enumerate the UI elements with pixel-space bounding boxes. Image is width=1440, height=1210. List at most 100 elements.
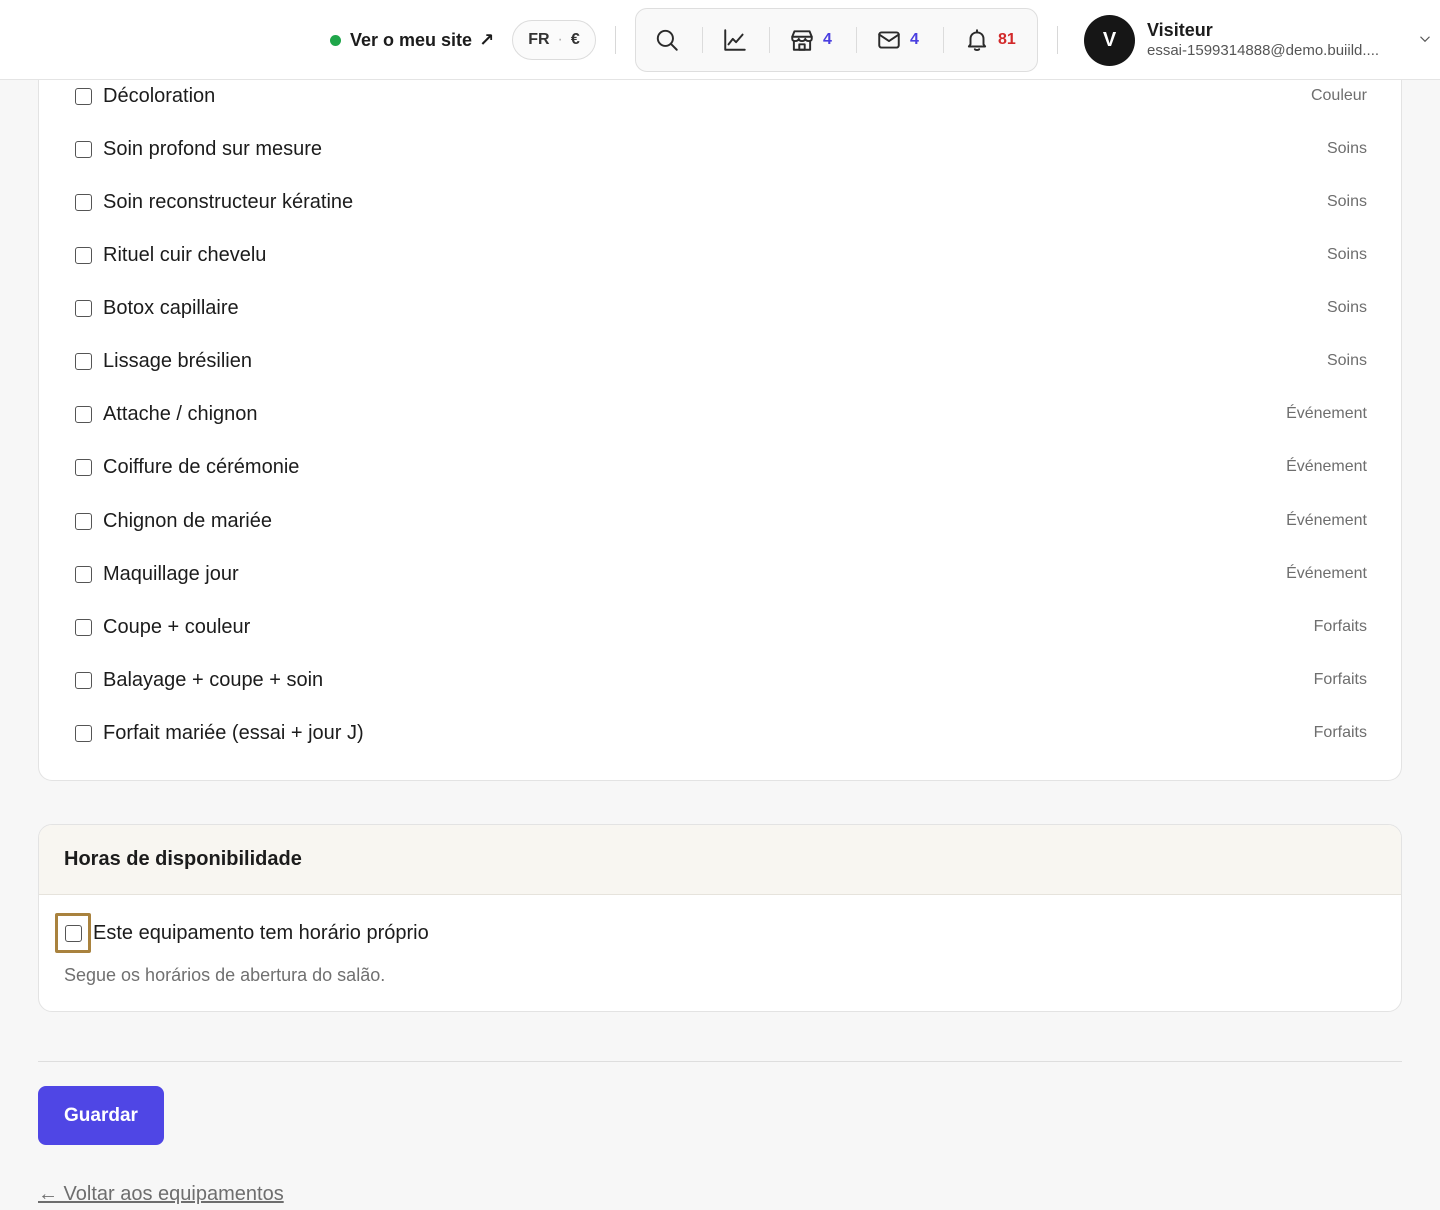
service-category: Événement	[1286, 512, 1367, 529]
external-link-icon: ↗	[479, 29, 495, 50]
service-checkbox-item[interactable]: Forfait mariée (essai + jour J)	[75, 722, 364, 745]
service-name: Balayage + coupe + soin	[103, 668, 324, 691]
language-code: FR	[528, 31, 550, 48]
availability-card: Horas de disponibilidade Este equipament…	[38, 824, 1402, 1012]
own-schedule-checkbox[interactable]	[64, 924, 82, 942]
toolbar: 4 4 81	[635, 8, 1038, 72]
currency-symbol: €	[570, 31, 580, 48]
mail-icon	[878, 31, 900, 49]
service-name: Coupe + couleur	[103, 615, 251, 638]
store-icon	[791, 30, 813, 51]
focus-ring	[55, 913, 91, 953]
checkbox[interactable]	[75, 405, 92, 423]
own-schedule-checkbox-item[interactable]: Este equipamento tem horário próprio	[55, 913, 429, 953]
top-bar: Ver o meu site ↗ FR · € 4 4 81 V Visiteu…	[0, 0, 1440, 80]
service-checkbox-item[interactable]: Décoloration	[75, 85, 215, 108]
divider	[1057, 26, 1058, 54]
service-category: Événement	[1286, 458, 1367, 475]
service-category: Forfaits	[1313, 724, 1367, 741]
service-checkbox-item[interactable]: Soin profond sur mesure	[75, 138, 322, 161]
search-icon	[656, 29, 678, 51]
toolbar-divider	[702, 27, 703, 53]
service-checkbox-item[interactable]: Attache / chignon	[75, 403, 258, 426]
service-name: Attache / chignon	[103, 402, 258, 425]
availability-help-text: Segue os horários de abertura do salão.	[64, 965, 386, 985]
checkbox[interactable]	[75, 618, 92, 636]
service-category: Événement	[1286, 405, 1367, 422]
service-row: Soin profond sur mesure Soins	[75, 134, 1367, 164]
service-checkbox-item[interactable]: Coupe + couleur	[75, 616, 250, 639]
divider	[38, 1061, 1402, 1062]
service-checkbox-item[interactable]: Chignon de mariée	[75, 510, 272, 533]
service-name: Rituel cuir chevelu	[103, 243, 267, 266]
back-to-equipment-link[interactable]: ← Voltar aos equipamentos	[38, 1183, 284, 1206]
store-button[interactable]: 4	[789, 9, 832, 71]
availability-header: Horas de disponibilidade	[39, 825, 1401, 895]
notifications-count-badge: 81	[998, 31, 1016, 48]
service-checkbox-item[interactable]: Maquillage jour	[75, 563, 239, 586]
service-checkbox-item[interactable]: Soin reconstructeur kératine	[75, 191, 353, 214]
service-name: Botox capillaire	[103, 296, 239, 319]
bell-icon	[967, 29, 987, 51]
notifications-button[interactable]: 81	[964, 9, 1016, 71]
live-status-dot	[330, 34, 341, 46]
analytics-button[interactable]	[722, 9, 748, 71]
checkbox[interactable]	[75, 458, 92, 476]
service-category: Soins	[1326, 352, 1367, 369]
line-chart-icon	[724, 29, 746, 51]
messages-button[interactable]: 4	[876, 9, 919, 71]
locale-separator: ·	[557, 31, 563, 48]
service-row: Attache / chignon Événement	[75, 399, 1367, 429]
view-site-label: Ver o meu site	[350, 29, 473, 50]
checkbox[interactable]	[75, 352, 92, 370]
service-checkbox-item[interactable]: Lissage brésilien	[75, 350, 252, 373]
service-row: Soin reconstructeur kératine Soins	[75, 187, 1367, 217]
service-row: Lissage brésilien Soins	[75, 346, 1367, 376]
user-menu[interactable]: V Visiteur essai-1599314888@demo.buiild.…	[1084, 14, 1405, 66]
checkbox[interactable]	[75, 565, 92, 583]
service-name: Coiffure de cérémonie	[103, 455, 300, 478]
service-checkbox-item[interactable]: Rituel cuir chevelu	[75, 244, 266, 267]
service-row: Chignon de mariée Événement	[75, 506, 1367, 536]
service-name: Chignon de mariée	[103, 509, 272, 532]
service-category: Couleur	[1310, 87, 1367, 104]
avatar: V	[1084, 14, 1135, 66]
checkbox[interactable]	[75, 724, 92, 742]
toolbar-divider	[943, 27, 944, 53]
user-name: Visiteur	[1147, 20, 1213, 40]
service-checkbox-item[interactable]: Botox capillaire	[75, 297, 239, 320]
service-category: Soins	[1326, 140, 1367, 157]
service-category: Soins	[1326, 246, 1367, 263]
services-card: Décoloration Couleur Soin profond sur me…	[38, 60, 1402, 781]
service-category: Événement	[1286, 565, 1367, 582]
service-checkbox-item[interactable]: Balayage + coupe + soin	[75, 669, 323, 692]
locale-currency-switcher[interactable]: FR · €	[512, 20, 596, 60]
divider	[615, 26, 616, 54]
save-button[interactable]: Guardar	[38, 1086, 164, 1145]
service-category: Forfaits	[1313, 618, 1367, 635]
service-name: Forfait mariée (essai + jour J)	[103, 721, 364, 744]
checkbox[interactable]	[75, 193, 92, 211]
service-category: Soins	[1326, 299, 1367, 316]
checkbox[interactable]	[75, 299, 92, 317]
checkbox[interactable]	[75, 671, 92, 689]
service-row: Balayage + coupe + soin Forfaits	[75, 665, 1367, 695]
checkbox[interactable]	[75, 87, 92, 105]
checkbox[interactable]	[75, 140, 92, 158]
search-button[interactable]	[654, 9, 680, 71]
user-menu-toggle[interactable]	[1416, 30, 1434, 48]
view-site-link[interactable]: Ver o meu site ↗	[330, 27, 494, 53]
service-name: Soin reconstructeur kératine	[103, 190, 354, 213]
checkbox[interactable]	[75, 246, 92, 264]
toolbar-divider	[769, 27, 770, 53]
user-email: essai-1599314888@demo.buiild....	[1147, 42, 1380, 59]
checkbox[interactable]	[75, 512, 92, 530]
chevron-down-icon	[1420, 36, 1430, 43]
service-name: Soin profond sur mesure	[103, 137, 323, 160]
service-category: Soins	[1326, 193, 1367, 210]
service-checkbox-item[interactable]: Coiffure de cérémonie	[75, 456, 299, 479]
availability-title: Horas de disponibilidade	[64, 848, 302, 870]
service-row: Forfait mariée (essai + jour J) Forfaits	[75, 718, 1367, 748]
service-name: Décoloration	[103, 84, 216, 107]
toolbar-divider	[856, 27, 857, 53]
